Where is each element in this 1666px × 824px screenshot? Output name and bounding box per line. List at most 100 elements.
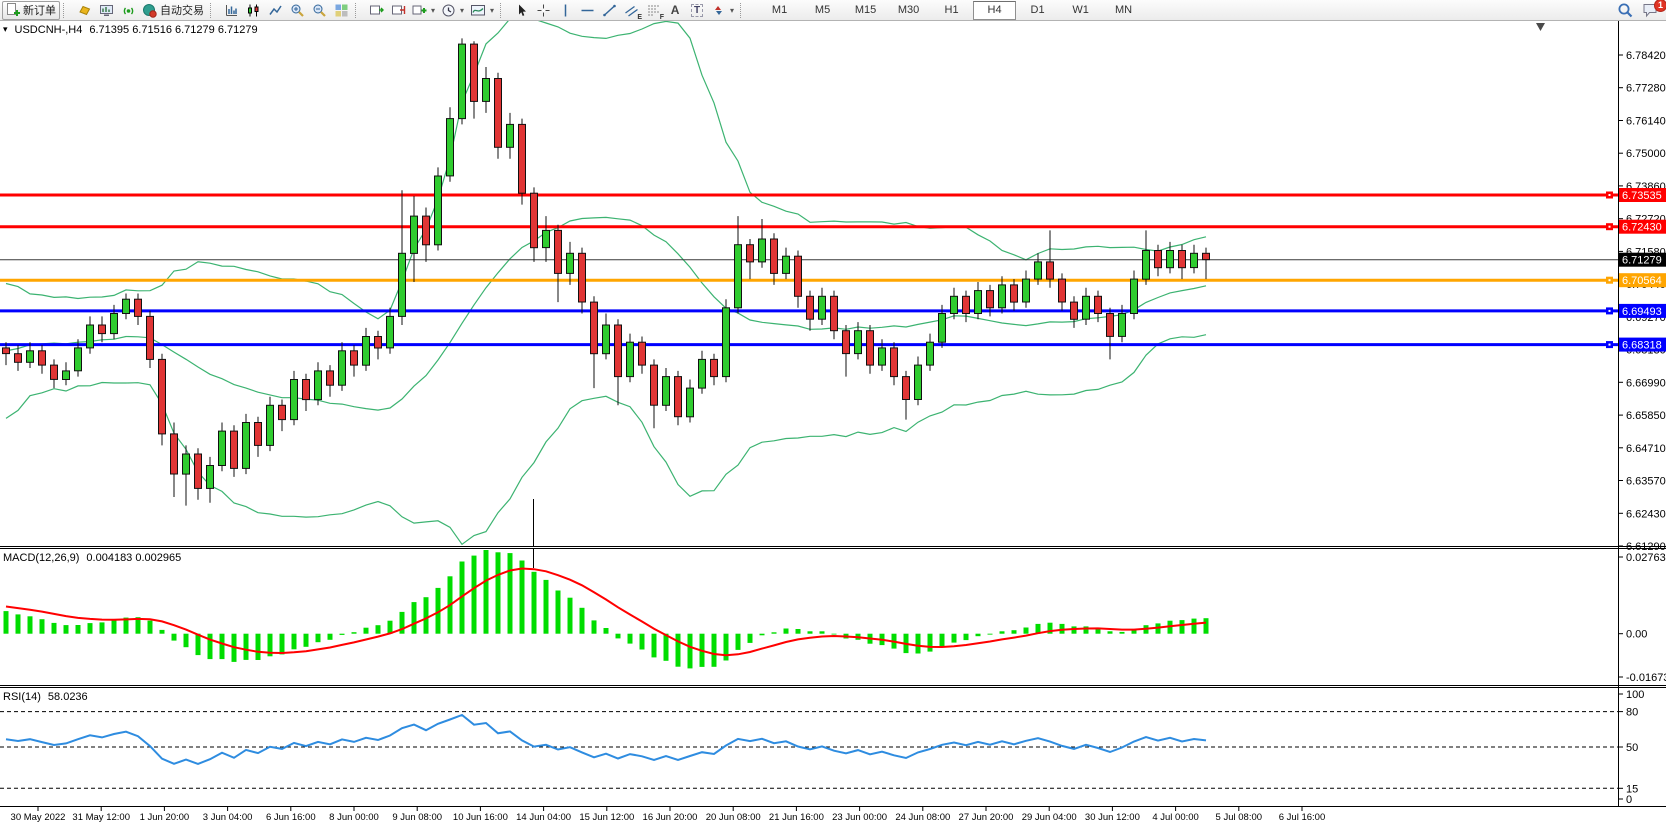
svg-text:6.75000: 6.75000	[1626, 148, 1666, 160]
svg-text:80: 80	[1626, 707, 1638, 719]
svg-text:30 May 2022: 30 May 2022	[11, 812, 66, 823]
autotrading-icon	[142, 3, 157, 18]
toolbar-grip	[740, 3, 746, 18]
candlestick-icon	[246, 3, 261, 18]
cursor-tool-button[interactable]	[510, 1, 532, 20]
tf-button-W1[interactable]: W1	[1059, 1, 1102, 20]
svg-text:6 Jun 16:00: 6 Jun 16:00	[266, 812, 316, 823]
text-label-tool-button[interactable]: T	[686, 1, 708, 20]
equidistant-channel-icon	[624, 3, 639, 18]
periods-dropdown[interactable]: ▾	[438, 1, 467, 20]
chevron-down-icon: ▾	[490, 6, 494, 15]
bar-chart-button[interactable]	[220, 1, 242, 20]
line-chart-icon	[268, 3, 283, 18]
svg-text:6.66990: 6.66990	[1626, 377, 1666, 389]
zoom-out-button[interactable]	[308, 1, 330, 20]
auto-scroll-button[interactable]	[365, 1, 387, 20]
zoom-out-icon	[312, 3, 327, 18]
channel-tool-button[interactable]: E	[620, 1, 642, 20]
search-button[interactable]	[1614, 1, 1637, 20]
indicator-icon	[470, 3, 486, 18]
svg-text:27 Jun 20:00: 27 Jun 20:00	[959, 812, 1014, 823]
tf-button-H4[interactable]: H4	[973, 1, 1016, 20]
arrows-dropdown[interactable]: ▾	[708, 1, 737, 20]
monitor-chart-icon	[99, 3, 114, 18]
tile-windows-button[interactable]	[330, 1, 352, 20]
metaeditor-button[interactable]	[73, 1, 95, 20]
tf-button-M1[interactable]: M1	[758, 1, 801, 20]
svg-text:29 Jun 04:00: 29 Jun 04:00	[1022, 812, 1077, 823]
svg-text:5 Jul 08:00: 5 Jul 08:00	[1216, 812, 1262, 823]
svg-text:9 Jun 08:00: 9 Jun 08:00	[392, 812, 442, 823]
chart-shift-icon	[391, 3, 406, 18]
arrows-icon	[711, 3, 726, 18]
svg-text:23 Jun 00:00: 23 Jun 00:00	[832, 812, 887, 823]
line-chart-button[interactable]	[264, 1, 286, 20]
macd-name: MACD(12,26,9)	[3, 552, 79, 564]
notifications-button[interactable]: 1	[1639, 1, 1662, 20]
zoom-in-icon	[290, 3, 305, 18]
auto-scroll-icon	[369, 3, 384, 18]
svg-text:14 Jun 04:00: 14 Jun 04:00	[516, 812, 571, 823]
toolbar-grip	[210, 3, 216, 18]
svg-text:6.63570: 6.63570	[1626, 476, 1666, 488]
new-chart-icon	[412, 3, 427, 18]
tf-button-M15[interactable]: M15	[844, 1, 887, 20]
tf-button-D1[interactable]: D1	[1016, 1, 1059, 20]
chart-shift-button[interactable]	[387, 1, 409, 20]
svg-text:6.73535: 6.73535	[1622, 190, 1662, 202]
fibonacci-icon	[646, 3, 661, 18]
svg-text:0.027633: 0.027633	[1626, 552, 1666, 564]
text-tool-button[interactable]: A	[664, 1, 686, 20]
autotrading-label: 自动交易	[160, 2, 204, 18]
svg-text:6.76140: 6.76140	[1626, 116, 1666, 128]
signal-icon	[121, 3, 136, 18]
svg-text:1 Jun 20:00: 1 Jun 20:00	[140, 812, 190, 823]
svg-text:10 Jun 16:00: 10 Jun 16:00	[453, 812, 508, 823]
toolbar-grip	[355, 3, 361, 18]
new-order-button[interactable]: 新订单	[2, 1, 60, 20]
indicators-dropdown[interactable]: ▾	[467, 1, 497, 20]
svg-text:24 Jun 08:00: 24 Jun 08:00	[895, 812, 950, 823]
signals-button[interactable]	[117, 1, 139, 20]
svg-text:6.77280: 6.77280	[1626, 83, 1666, 95]
tf-button-M30[interactable]: M30	[887, 1, 930, 20]
toolbar-grip	[500, 3, 506, 18]
search-icon	[1617, 2, 1634, 19]
one-click-trading-toggle[interactable]: ▾	[3, 24, 8, 36]
rsi-value: 58.0236	[48, 691, 88, 703]
tf-button-M5[interactable]: M5	[801, 1, 844, 20]
horizontal-line-tool-button[interactable]	[576, 1, 598, 20]
svg-text:8 Jun 00:00: 8 Jun 00:00	[329, 812, 379, 823]
tf-button-MN[interactable]: MN	[1102, 1, 1145, 20]
tf-button-H1[interactable]: H1	[930, 1, 973, 20]
data-window-button[interactable]	[95, 1, 117, 20]
chart-area[interactable]: 6.784206.772806.761406.750006.738606.727…	[0, 0, 1666, 824]
zoom-in-button[interactable]	[286, 1, 308, 20]
vertical-line-tool-button[interactable]	[554, 1, 576, 20]
text-label-icon: T	[691, 4, 703, 17]
toolbar: 新订单 自动交易 ▾ ▾ ▾ E F A T ▾ M1M5M1	[0, 0, 1666, 21]
crosshair-tool-button[interactable]	[532, 1, 554, 20]
svg-text:6.72430: 6.72430	[1622, 222, 1662, 234]
gold-icon	[77, 3, 92, 18]
text-icon: A	[671, 3, 680, 17]
mt4-window: 新订单 自动交易 ▾ ▾ ▾ E F A T ▾ M1M5M1	[0, 0, 1666, 824]
trendline-tool-button[interactable]	[598, 1, 620, 20]
svg-text:20 Jun 08:00: 20 Jun 08:00	[706, 812, 761, 823]
toolbar-right: 1	[1614, 1, 1662, 20]
svg-text:6.68318: 6.68318	[1622, 340, 1662, 352]
svg-text:100: 100	[1626, 689, 1644, 701]
candlestick-chart-button[interactable]	[242, 1, 264, 20]
chart-ohlc-values: 6.71395 6.71516 6.71279 6.71279	[89, 24, 257, 36]
new-chart-dropdown[interactable]: ▾	[409, 1, 438, 20]
autotrading-button[interactable]: 自动交易	[139, 1, 207, 20]
svg-text:15 Jun 12:00: 15 Jun 12:00	[579, 812, 634, 823]
svg-text:4 Jul 00:00: 4 Jul 00:00	[1152, 812, 1198, 823]
macd-indicator-label: MACD(12,26,9) 0.004183 0.002965	[3, 552, 181, 564]
svg-text:30 Jun 12:00: 30 Jun 12:00	[1085, 812, 1140, 823]
vertical-line-icon	[558, 3, 573, 18]
timeframe-bar: M1M5M15M30H1H4D1W1MN	[758, 1, 1145, 20]
cursor-icon	[514, 3, 529, 18]
fibonacci-tool-button[interactable]: F	[642, 1, 664, 20]
